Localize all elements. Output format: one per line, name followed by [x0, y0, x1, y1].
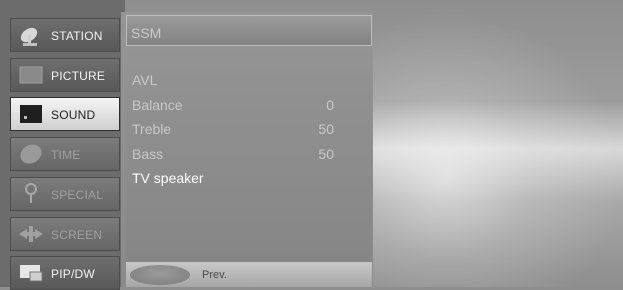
menu-item-label: SPECIAL	[51, 188, 104, 202]
menu-item-station[interactable]: STATION	[10, 18, 120, 52]
menu-item-time[interactable]: TIME	[10, 137, 120, 171]
key-icon	[17, 183, 45, 205]
setting-row-tv-speaker[interactable]: TV speaker	[132, 170, 352, 190]
ssm-item[interactable]: SSM	[126, 15, 372, 46]
menu-item-label: STATION	[51, 29, 103, 43]
prev-label[interactable]: Prev.	[202, 269, 227, 281]
menu-item-label: TIME	[51, 148, 81, 162]
pip-icon	[17, 262, 45, 284]
setting-name: Balance	[132, 97, 183, 113]
setting-value: 50	[318, 121, 334, 137]
menu-item-label: PIP/DW	[51, 267, 95, 281]
menu-item-label: SCREEN	[51, 228, 103, 242]
setting-row-bass[interactable]: Bass 50	[132, 146, 352, 166]
menu-item-screen[interactable]: SCREEN	[10, 217, 120, 251]
menu-item-picture[interactable]: PICTURE	[10, 58, 120, 92]
setting-name: TV speaker	[132, 170, 204, 186]
setting-value: 0	[326, 97, 334, 113]
setting-name: AVL	[132, 72, 158, 88]
menu-item-label: PICTURE	[51, 69, 106, 83]
prev-button-icon[interactable]	[130, 265, 190, 285]
speaker-icon	[17, 103, 45, 125]
clock-icon	[17, 143, 45, 165]
menu-item-pip-dw[interactable]: PIP/DW	[10, 256, 120, 290]
setting-row-balance[interactable]: Balance 0	[132, 97, 352, 117]
background-glow	[370, 10, 623, 287]
setting-name: Bass	[132, 146, 164, 162]
menu-item-special[interactable]: SPECIAL	[10, 177, 120, 211]
picture-icon	[17, 64, 45, 86]
setting-name: Treble	[132, 121, 172, 137]
menu-item-label: SOUND	[51, 108, 96, 122]
setting-row-avl[interactable]: AVL	[132, 72, 352, 92]
screen-arrows-icon	[17, 223, 45, 245]
satellite-dish-icon	[17, 24, 45, 46]
menu-item-sound[interactable]: SOUND	[10, 97, 120, 131]
setting-value: 50	[318, 146, 334, 162]
setting-row-treble[interactable]: Treble 50	[132, 121, 352, 141]
